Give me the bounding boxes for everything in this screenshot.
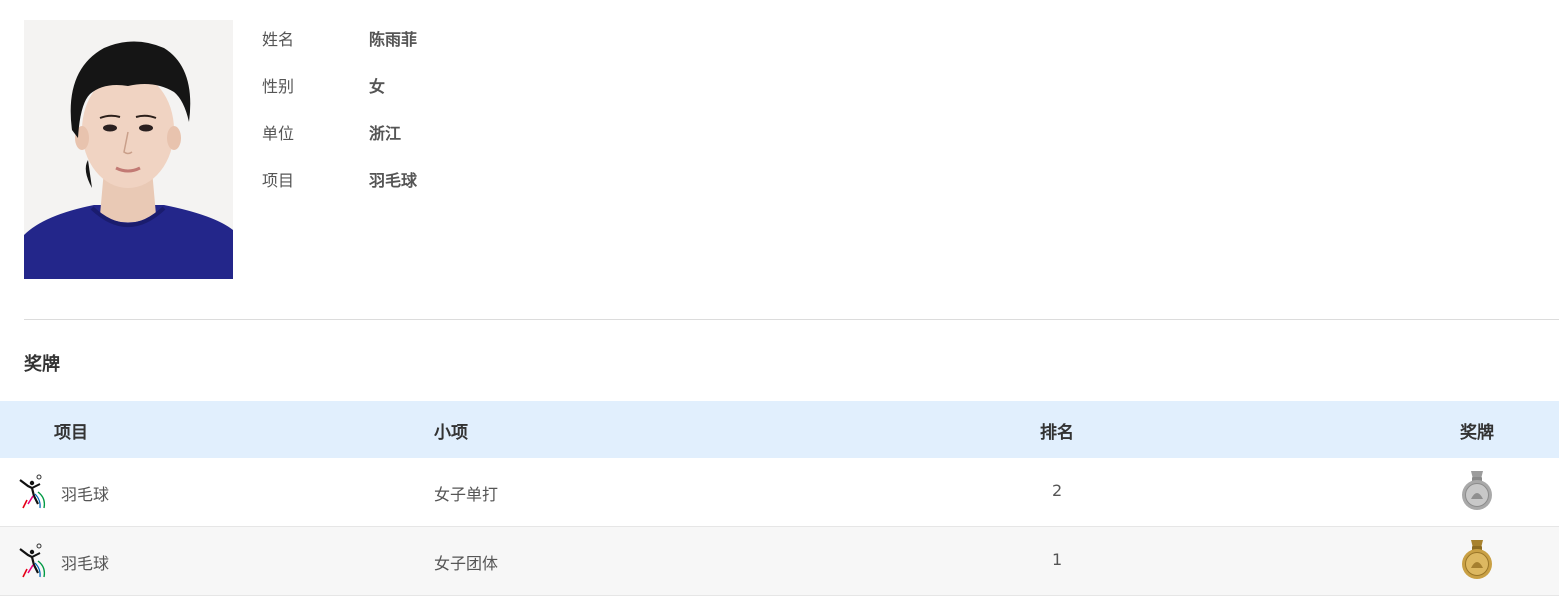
athlete-photo xyxy=(24,20,233,279)
info-label: 性别 xyxy=(262,77,295,96)
medals-section-title: 奖牌 xyxy=(24,354,60,375)
medals-table: 项目 小项 排名 奖牌 羽毛球 女子单打 2 羽毛球 女子团体 1 xyxy=(0,401,1559,596)
cell-event: 女子团体 xyxy=(434,554,499,573)
cell-project: 羽毛球 xyxy=(61,554,110,573)
info-label: 项目 xyxy=(262,171,295,190)
section-divider xyxy=(24,319,1559,320)
info-row-sport: 项目 羽毛球 xyxy=(262,167,662,214)
info-label: 姓名 xyxy=(262,30,295,49)
cell-rank: 1 xyxy=(1052,550,1063,569)
column-header-event: 小项 xyxy=(434,423,468,443)
gold-medal-icon xyxy=(1459,540,1495,580)
info-value: 羽毛球 xyxy=(369,171,418,190)
badminton-icon xyxy=(18,543,50,579)
info-value: 女 xyxy=(369,77,386,96)
cell-project: 羽毛球 xyxy=(61,485,110,504)
info-value: 陈雨菲 xyxy=(369,30,418,49)
silver-medal-icon xyxy=(1459,471,1495,511)
info-row-gender: 性别 女 xyxy=(262,73,662,120)
column-header-medal: 奖牌 xyxy=(1460,423,1494,443)
info-value: 浙江 xyxy=(369,124,402,143)
info-row-name: 姓名 陈雨菲 xyxy=(262,26,662,73)
table-header: 项目 小项 排名 奖牌 xyxy=(0,401,1559,458)
cell-rank: 2 xyxy=(1052,481,1063,500)
info-label: 单位 xyxy=(262,124,295,143)
table-row: 羽毛球 女子团体 1 xyxy=(0,527,1559,596)
table-row: 羽毛球 女子单打 2 xyxy=(0,458,1559,527)
badminton-icon xyxy=(18,474,50,510)
column-header-project: 项目 xyxy=(54,423,88,443)
athlete-profile-page: 姓名 陈雨菲 性别 女 单位 浙江 项目 羽毛球 奖牌 项目 小项 排名 奖牌 xyxy=(0,0,1559,613)
athlete-info: 姓名 陈雨菲 性别 女 单位 浙江 项目 羽毛球 xyxy=(262,26,662,214)
column-header-rank: 排名 xyxy=(1040,423,1074,443)
info-row-unit: 单位 浙江 xyxy=(262,120,662,167)
cell-event: 女子单打 xyxy=(434,485,499,504)
